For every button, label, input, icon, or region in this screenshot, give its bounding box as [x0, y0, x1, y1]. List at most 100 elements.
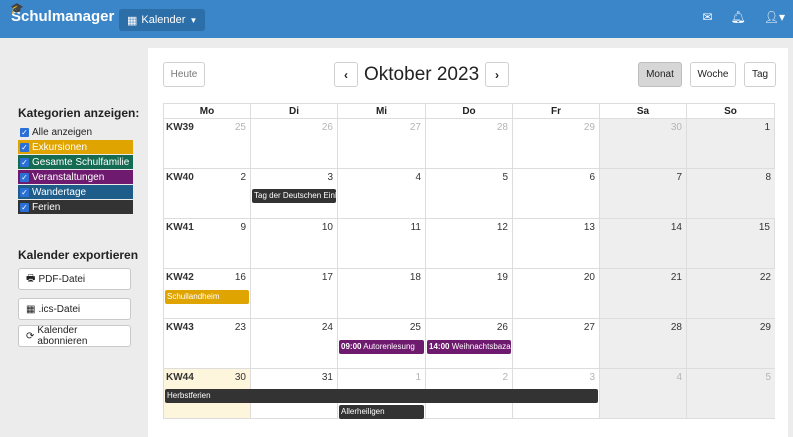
bell-icon[interactable]: 🔔︎	[731, 10, 746, 24]
day-number[interactable]: 8	[765, 172, 771, 183]
day-number[interactable]: 10	[322, 222, 333, 233]
checkbox-checked-icon[interactable]: ✓	[20, 202, 29, 212]
day-cell[interactable]: 28	[425, 119, 512, 168]
day-number[interactable]: 4	[415, 172, 421, 183]
day-number[interactable]: 27	[584, 322, 595, 333]
day-number[interactable]: 31	[322, 372, 333, 383]
day-number[interactable]: 28	[671, 322, 682, 333]
day-number[interactable]: 30	[235, 372, 246, 383]
calendar-event[interactable]: Allerheiligen	[339, 405, 424, 419]
checkbox-checked-icon[interactable]: ✓	[20, 172, 29, 182]
day-number[interactable]: 1	[415, 372, 421, 383]
day-number[interactable]: 5	[502, 172, 508, 183]
day-number[interactable]: 20	[584, 272, 595, 283]
day-number[interactable]: 24	[322, 322, 333, 333]
day-cell[interactable]: KW39 25	[163, 119, 250, 168]
day-number[interactable]: 22	[760, 272, 771, 283]
day-number[interactable]: 5	[765, 372, 771, 383]
day-number[interactable]: 2	[240, 172, 246, 183]
day-number[interactable]: 18	[410, 272, 421, 283]
day-cell[interactable]: 10	[250, 219, 337, 268]
category-filter-item[interactable]: ✓ Alle anzeigen	[18, 125, 133, 139]
day-number[interactable]: 26	[322, 122, 333, 133]
day-cell[interactable]: 27	[337, 119, 425, 168]
day-cell[interactable]: 6	[512, 169, 599, 218]
day-cell[interactable]: 5	[425, 169, 512, 218]
day-cell[interactable]: 29	[686, 319, 775, 368]
brand-logo[interactable]: 🎓 Schulmanager	[10, 3, 114, 25]
checkbox-checked-icon[interactable]: ✓	[20, 157, 29, 167]
day-number[interactable]: 27	[410, 122, 421, 133]
day-cell[interactable]: 14	[599, 219, 686, 268]
day-cell[interactable]: 20	[512, 269, 599, 318]
day-cell[interactable]: 24	[250, 319, 337, 368]
mail-icon[interactable]: ✉	[702, 10, 712, 24]
day-cell[interactable]: 5	[686, 369, 775, 418]
day-cell[interactable]: 13	[512, 219, 599, 268]
user-icon[interactable]: 👤︎▾	[764, 10, 785, 24]
day-cell[interactable]: 27	[512, 319, 599, 368]
day-number[interactable]: 2	[502, 372, 508, 383]
category-filter-item[interactable]: ✓ Wandertage	[18, 185, 133, 199]
day-number[interactable]: 16	[235, 272, 246, 283]
calendar-menu-button[interactable]: ▦ Kalender ▼	[119, 9, 206, 31]
category-filter-item[interactable]: ✓ Ferien	[18, 200, 133, 214]
category-filter-item[interactable]: ✓ Gesamte Schulfamilie	[18, 155, 133, 169]
subscribe-calendar-button[interactable]: ⟳ Kalender abonnieren	[18, 325, 131, 347]
day-cell[interactable]: 7	[599, 169, 686, 218]
day-number[interactable]: 15	[759, 222, 770, 233]
day-cell[interactable]: 22	[686, 269, 775, 318]
day-cell[interactable]: 8	[686, 169, 775, 218]
day-cell[interactable]: 29	[512, 119, 599, 168]
day-number[interactable]: 17	[322, 272, 333, 283]
day-cell[interactable]: 30	[599, 119, 686, 168]
day-number[interactable]: 1	[764, 122, 770, 133]
day-cell[interactable]: 4	[599, 369, 686, 418]
day-cell[interactable]: 15	[686, 219, 775, 268]
day-number[interactable]: 21	[671, 272, 682, 283]
day-cell[interactable]: KW41 9	[163, 219, 250, 268]
day-number[interactable]: 9	[240, 222, 246, 233]
day-cell[interactable]: 19	[425, 269, 512, 318]
day-number[interactable]: 12	[497, 222, 508, 233]
week-view-button[interactable]: Woche	[690, 62, 736, 87]
day-number[interactable]: 26	[497, 322, 508, 333]
day-number[interactable]: 3	[589, 372, 595, 383]
day-cell[interactable]: 1	[686, 119, 775, 168]
calendar-event[interactable]: Herbstferien	[165, 389, 598, 403]
day-number[interactable]: 28	[497, 122, 508, 133]
day-cell[interactable]: 21	[599, 269, 686, 318]
day-number[interactable]: 29	[760, 322, 771, 333]
day-number[interactable]: 11	[411, 222, 421, 233]
day-number[interactable]: 7	[676, 172, 682, 183]
calendar-event[interactable]: 14:00 Weihnachtsbaza	[427, 340, 511, 354]
day-number[interactable]: 4	[676, 372, 682, 383]
day-number[interactable]: 13	[584, 222, 595, 233]
day-view-button[interactable]: Tag	[744, 62, 776, 87]
category-filter-item[interactable]: ✓ Veranstaltungen	[18, 170, 133, 184]
next-month-button[interactable]: ›	[485, 62, 509, 87]
day-cell[interactable]: 17	[250, 269, 337, 318]
day-cell[interactable]: 11	[337, 219, 425, 268]
month-view-button[interactable]: Monat	[638, 62, 682, 87]
prev-month-button[interactable]: ‹	[334, 62, 358, 87]
day-number[interactable]: 6	[589, 172, 595, 183]
day-number[interactable]: 23	[235, 322, 246, 333]
day-number[interactable]: 25	[410, 322, 421, 333]
day-number[interactable]: 25	[235, 122, 246, 133]
day-cell[interactable]: 12	[425, 219, 512, 268]
category-filter-item[interactable]: ✓ Exkursionen	[18, 140, 133, 154]
checkbox-checked-icon[interactable]: ✓	[20, 127, 29, 137]
day-number[interactable]: 3	[327, 172, 333, 183]
checkbox-checked-icon[interactable]: ✓	[20, 142, 29, 152]
calendar-event[interactable]: Schullandheim	[165, 290, 249, 304]
day-cell[interactable]: 18	[337, 269, 425, 318]
day-cell[interactable]: KW40 2	[163, 169, 250, 218]
day-number[interactable]: 14	[671, 222, 682, 233]
day-number[interactable]: 19	[497, 272, 508, 283]
day-number[interactable]: 29	[584, 122, 595, 133]
day-cell[interactable]: 28	[599, 319, 686, 368]
pdf-export-button[interactable]: 🖶 PDF-Datei	[18, 268, 131, 290]
calendar-event[interactable]: 09:00 Autorenlesung	[339, 340, 424, 354]
checkbox-checked-icon[interactable]: ✓	[20, 187, 29, 197]
